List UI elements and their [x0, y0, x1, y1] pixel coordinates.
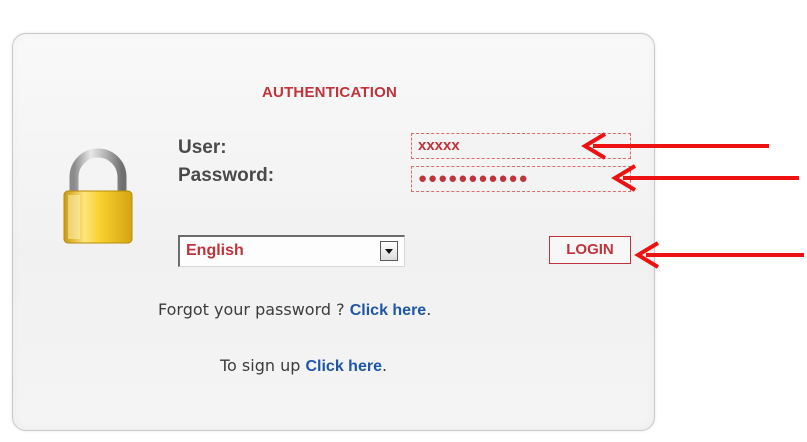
password-input[interactable]: ●●●●●●●●●●● [411, 166, 631, 192]
signup-text: To sign up [220, 356, 306, 375]
page-title: AUTHENTICATION [262, 84, 398, 101]
language-select[interactable]: English [178, 235, 405, 267]
red-arrow-icon [581, 132, 769, 160]
red-arrow-icon [611, 164, 799, 192]
forgot-suffix: . [426, 300, 432, 319]
login-button[interactable]: LOGIN [549, 236, 631, 264]
padlock-icon [63, 148, 133, 244]
forgot-password-line: Forgot your password ? Click here. [158, 300, 431, 320]
language-select-button[interactable] [380, 241, 398, 261]
forgot-text: Forgot your password ? [158, 300, 350, 319]
forgot-password-link[interactable]: Click here [350, 302, 426, 319]
language-select-value: English [186, 242, 244, 259]
signup-link[interactable]: Click here [305, 358, 381, 375]
chevron-down-icon [385, 249, 393, 254]
password-label: Password: [178, 165, 275, 186]
signup-line: To sign up Click here. [220, 356, 387, 376]
user-label: User: [178, 137, 227, 158]
red-arrow-icon [634, 241, 804, 269]
signup-suffix: . [381, 356, 388, 375]
